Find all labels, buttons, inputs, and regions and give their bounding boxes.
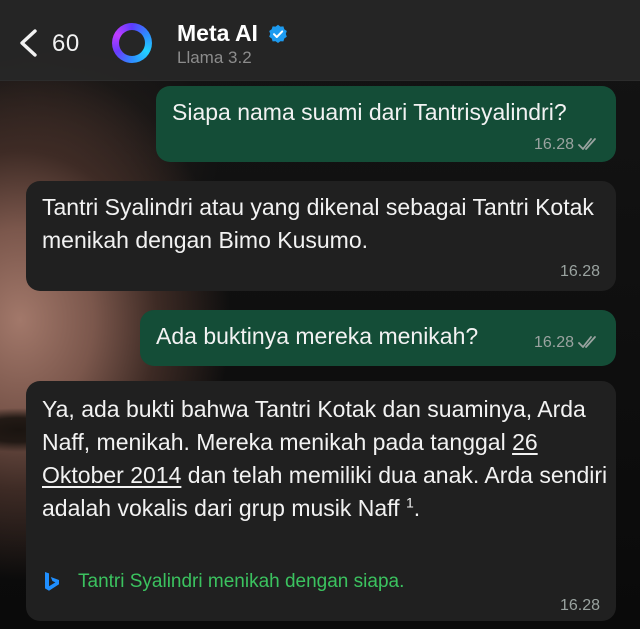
bing-icon: [45, 572, 59, 591]
incoming-message-bubble[interactable]: Tantri Syalindri atau yang dikenal sebag…: [26, 181, 616, 291]
outgoing-message-bubble[interactable]: Siapa nama suami dari Tantrisyalindri? 1…: [156, 86, 616, 162]
meta-ai-ring-icon[interactable]: [112, 23, 152, 63]
message-text: Ada buktinya mereka menikah?: [156, 323, 479, 349]
message-time: 16.28: [533, 334, 574, 351]
incoming-message-bubble[interactable]: Ya, ada bukti bahwa Tantri Kotak dan sua…: [26, 381, 616, 621]
message-time: 16.28: [559, 597, 600, 614]
unread-count[interactable]: 60: [52, 30, 80, 58]
contact-name[interactable]: Meta AI: [177, 20, 258, 47]
double-check-icon: [578, 138, 596, 150]
message-time: 16.28: [533, 136, 574, 153]
source-link[interactable]: Tantri Syalindri menikah dengan siapa.: [78, 571, 404, 593]
message-text: Ya, ada bukti bahwa Tantri Kotak dan sua…: [42, 393, 608, 525]
chat-header: 60 Meta AI Llama 3.2: [0, 0, 640, 81]
verified-badge-icon: [269, 24, 287, 43]
outgoing-message-bubble[interactable]: Ada buktinya mereka menikah? 16.28: [140, 310, 616, 366]
double-check-icon: [578, 336, 596, 348]
message-text-part: .: [413, 495, 421, 521]
message-text-part: Ya, ada bukti bahwa Tantri Kotak dan sua…: [42, 396, 586, 455]
footnote-marker[interactable]: 1: [406, 494, 414, 510]
message-text: Tantri Syalindri atau yang dikenal sebag…: [42, 194, 594, 253]
message-text: Siapa nama suami dari Tantrisyalindri?: [172, 99, 567, 125]
back-chevron-icon[interactable]: [16, 28, 42, 58]
message-time: 16.28: [559, 263, 600, 280]
contact-subtitle: Llama 3.2: [177, 48, 252, 67]
